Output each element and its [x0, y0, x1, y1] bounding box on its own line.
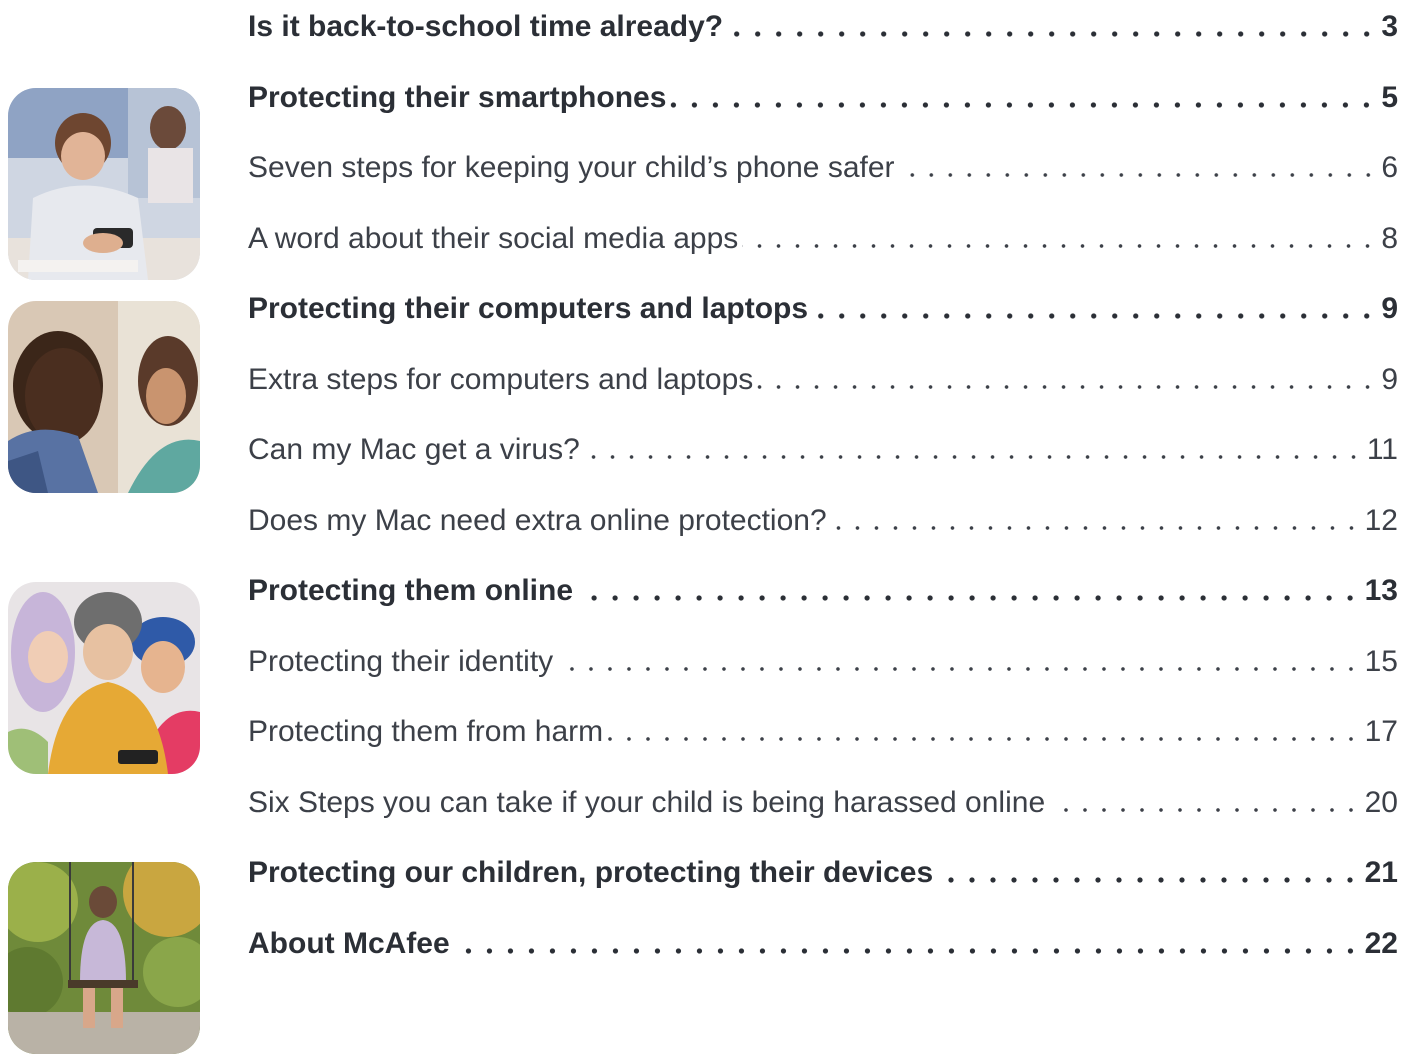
toc-entry-page: 8 [1381, 222, 1398, 255]
toc-entry-page: 20 [1364, 786, 1398, 819]
toc-entry-page: 15 [1364, 645, 1398, 678]
toc-entry-title: Is it back-to-school time already? [248, 10, 724, 43]
dot-leader [812, 313, 1378, 319]
toc-entry-title: Six Steps you can take if your child is … [248, 786, 1046, 819]
toc-entry-title: Protecting them from harm [248, 715, 604, 748]
toc-entry-page: 5 [1381, 81, 1398, 114]
dot-leader [577, 595, 1361, 601]
toc-entry-title: Protecting their computers and laptops [248, 292, 809, 325]
toc-entry[interactable]: Protecting their smartphones 5 [248, 78, 1398, 118]
toc-entry[interactable]: Six Steps you can take if your child is … [248, 783, 1398, 823]
dot-leader [742, 243, 1378, 249]
toc-entry[interactable]: Does my Mac need extra online protection… [248, 501, 1398, 541]
dot-leader [583, 454, 1363, 460]
toc-entry-page: 11 [1366, 433, 1398, 466]
toc-entry-page: 21 [1364, 856, 1398, 889]
toc-entry-page: 6 [1381, 151, 1398, 184]
toc-entry-page: 17 [1364, 715, 1398, 748]
toc-entry-page: 9 [1381, 292, 1398, 325]
dot-leader [937, 877, 1361, 883]
toc-entry[interactable]: Extra steps for computers and laptops 9 [248, 360, 1398, 400]
toc-entry-page: 3 [1381, 10, 1398, 43]
toc-entry[interactable]: Can my Mac get a virus? 11 [248, 430, 1398, 470]
toc-entry-title: Protecting our children, protecting thei… [248, 856, 934, 889]
toc-entry[interactable]: Protecting their computers and laptops 9 [248, 289, 1398, 329]
toc-entry-page: 13 [1364, 574, 1398, 607]
toc-entry-page: 22 [1364, 927, 1398, 960]
toc-entry[interactable]: Seven steps for keeping your child’s pho… [248, 148, 1398, 188]
toc-entry-title: Does my Mac need extra online protection… [248, 504, 827, 537]
toc-entry-title: A word about their social media apps [248, 222, 739, 255]
toc-entry[interactable]: Protecting them from harm 17 [248, 712, 1398, 752]
dot-leader [830, 525, 1361, 531]
toc-entry[interactable]: Protecting their identity 15 [248, 642, 1398, 682]
teens-phones-photo [8, 582, 200, 774]
dot-leader [727, 31, 1378, 37]
toc-entry-title: About McAfee [248, 927, 450, 960]
dot-leader [757, 384, 1378, 390]
dot-leader [670, 102, 1378, 108]
students-classroom-photo [8, 301, 200, 493]
toc-entry[interactable]: A word about their social media apps 8 [248, 219, 1398, 259]
toc-entry[interactable]: Protecting them online 13 [248, 571, 1398, 611]
toc-entry[interactable]: About McAfee 22 [248, 924, 1398, 964]
toc-entry-title: Protecting their smartphones [248, 81, 667, 114]
dot-leader [607, 736, 1361, 742]
dot-leader [453, 948, 1361, 954]
dot-leader [1049, 807, 1361, 813]
toc-entry-title: Protecting their identity [248, 645, 554, 678]
toc-entry[interactable]: Protecting our children, protecting thei… [248, 853, 1398, 893]
dot-leader [898, 172, 1378, 178]
toc-entry[interactable]: Is it back-to-school time already? 3 [248, 7, 1398, 47]
toc-entry-title: Protecting them online [248, 574, 574, 607]
child-swing-photo [8, 862, 200, 1054]
toc-entry-title: Seven steps for keeping your child’s pho… [248, 151, 895, 184]
toc-entry-page: 9 [1381, 363, 1398, 396]
toc-entry-title: Extra steps for computers and laptops [248, 363, 754, 396]
dot-leader [557, 666, 1361, 672]
toc-entry-title: Can my Mac get a virus? [248, 433, 580, 466]
student-phone-photo [8, 88, 200, 280]
toc-entry-page: 12 [1364, 504, 1398, 537]
